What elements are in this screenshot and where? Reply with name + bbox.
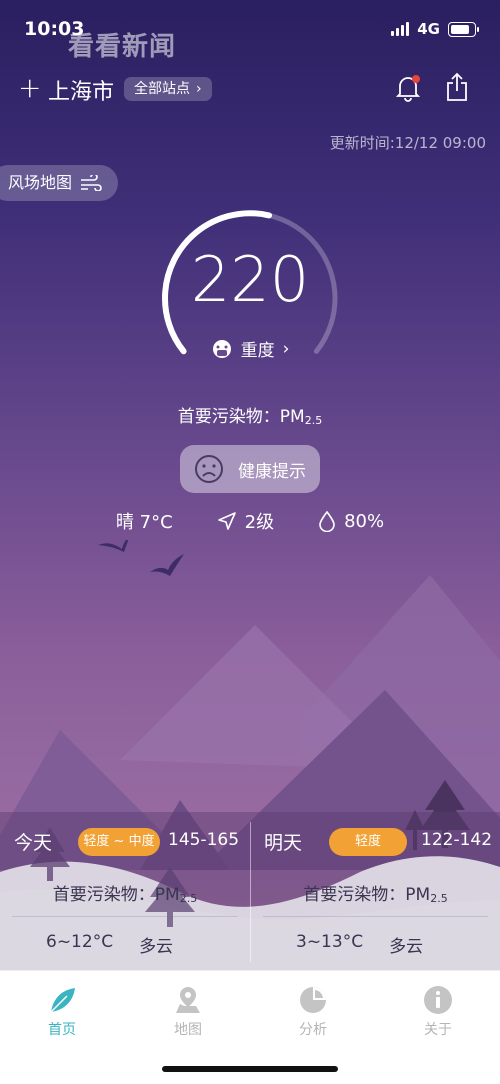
health-tips-label: 健康提示 <box>238 461 306 482</box>
pollutant-sub: 2.5 <box>430 892 448 905</box>
all-stations-button[interactable]: 全部站点 › <box>124 77 212 101</box>
divider <box>12 916 238 917</box>
divider <box>263 916 488 917</box>
tab-analysis[interactable]: 分析 <box>273 985 353 1039</box>
watermark-logo: 看看新闻 <box>68 32 177 62</box>
tab-label: 地图 <box>174 1022 202 1038</box>
wind-level-value: 2级 <box>244 512 275 533</box>
sad-face-icon <box>195 455 223 483</box>
weather-condition: 多云 <box>139 937 174 957</box>
map-pin-icon <box>176 987 200 1013</box>
leaf-icon <box>50 988 75 1013</box>
forecast-weather: 3~13°C 多云 <box>296 932 423 957</box>
pollutant-name: PM <box>154 885 180 905</box>
wind-map-label: 风场地图 <box>8 173 73 192</box>
pollutant-prefix: 首要污染物： <box>177 407 280 427</box>
pie-chart-icon <box>300 987 326 1013</box>
aqi-level-badge: 轻度 ~ 中度 <box>78 828 160 856</box>
tab-home[interactable]: 首页 <box>22 985 102 1039</box>
forecast-day: 明天 <box>264 832 303 854</box>
battery-icon <box>448 21 479 37</box>
wind-direction-icon <box>217 512 236 530</box>
humidity: 80% <box>318 508 384 534</box>
aqi-range: 122-142 <box>421 830 493 850</box>
status-indicators: 4G <box>391 20 479 38</box>
wind-level: 2级 <box>217 508 274 534</box>
forecast-day: 今天 <box>14 832 53 854</box>
city-name[interactable]: 上海市 <box>48 74 114 106</box>
humidity-value: 80% <box>344 510 385 532</box>
forecast-weather: 6~12°C 多云 <box>46 932 173 957</box>
aqi-range: 145-165 <box>168 830 240 850</box>
signal-icon <box>391 22 410 36</box>
tab-label: 关于 <box>424 1022 452 1038</box>
health-tips-button[interactable]: 健康提示 <box>180 445 320 493</box>
bird-1 <box>98 540 129 552</box>
bird-2 <box>150 554 184 576</box>
all-stations-label: 全部站点 <box>134 81 190 97</box>
pollutant-name: PM <box>279 407 305 427</box>
mask-face-icon <box>212 339 231 358</box>
tab-label: 首页 <box>48 1022 76 1038</box>
primary-pollutant: 首要污染物：PM2.5 <box>0 880 250 905</box>
forecast-card-today[interactable]: 今天 轻度 ~ 中度 145-165 首要污染物：PM2.5 6~12°C 多云 <box>0 812 250 970</box>
pollutant-prefix: 首要污染物： <box>303 885 406 905</box>
aqi-level-link[interactable]: 重度 › <box>150 336 350 361</box>
water-drop-icon <box>319 510 335 532</box>
chevron-right-icon: › <box>282 338 290 359</box>
weather-condition: 多云 <box>389 937 424 957</box>
primary-pollutant: 首要污染物：PM2.5 <box>251 880 500 905</box>
pollutant-sub: 2.5 <box>304 414 323 427</box>
wind-icon <box>81 175 102 191</box>
weather-row: 晴 7°C 2级 80% <box>0 508 500 534</box>
primary-pollutant: 首要污染物：PM2.5 <box>0 402 500 427</box>
chevron-right-icon: › <box>196 81 202 97</box>
forecast-band: 今天 轻度 ~ 中度 145-165 首要污染物：PM2.5 6~12°C 多云… <box>0 812 500 970</box>
tab-label: 分析 <box>299 1022 327 1038</box>
temperature-range: 3~13°C <box>296 932 364 952</box>
aqi-value: 220 <box>190 243 310 316</box>
pollutant-sub: 2.5 <box>179 892 198 905</box>
aqi-level-label: 重度 <box>240 341 275 361</box>
add-city-icon[interactable]: + <box>18 74 41 102</box>
tab-map[interactable]: 地图 <box>148 985 228 1039</box>
wind-map-button[interactable]: 风场地图 <box>0 165 119 201</box>
network-type: 4G <box>417 20 440 38</box>
pollutant-prefix: 首要污染物： <box>52 885 155 905</box>
temperature-range: 6~12°C <box>46 932 114 952</box>
home-indicator <box>162 1066 338 1072</box>
forecast-card-tomorrow[interactable]: 明天 轻度 122-142 首要污染物：PM2.5 3~13°C 多云 <box>251 812 500 970</box>
bell-icon[interactable] <box>395 74 421 106</box>
pollutant-name: PM <box>405 885 431 905</box>
aqi-level-badge: 轻度 <box>329 828 407 856</box>
share-icon[interactable] <box>445 72 469 106</box>
weather-condition: 晴 7°C <box>115 512 173 533</box>
info-icon <box>424 986 452 1014</box>
main-screen: 10:03 看看新闻 4G + 上海市 全部站点 › 更新时间:12/12 09… <box>0 0 500 970</box>
tab-about[interactable]: 关于 <box>398 985 478 1039</box>
update-time: 更新时间:12/12 09:00 <box>329 134 486 152</box>
